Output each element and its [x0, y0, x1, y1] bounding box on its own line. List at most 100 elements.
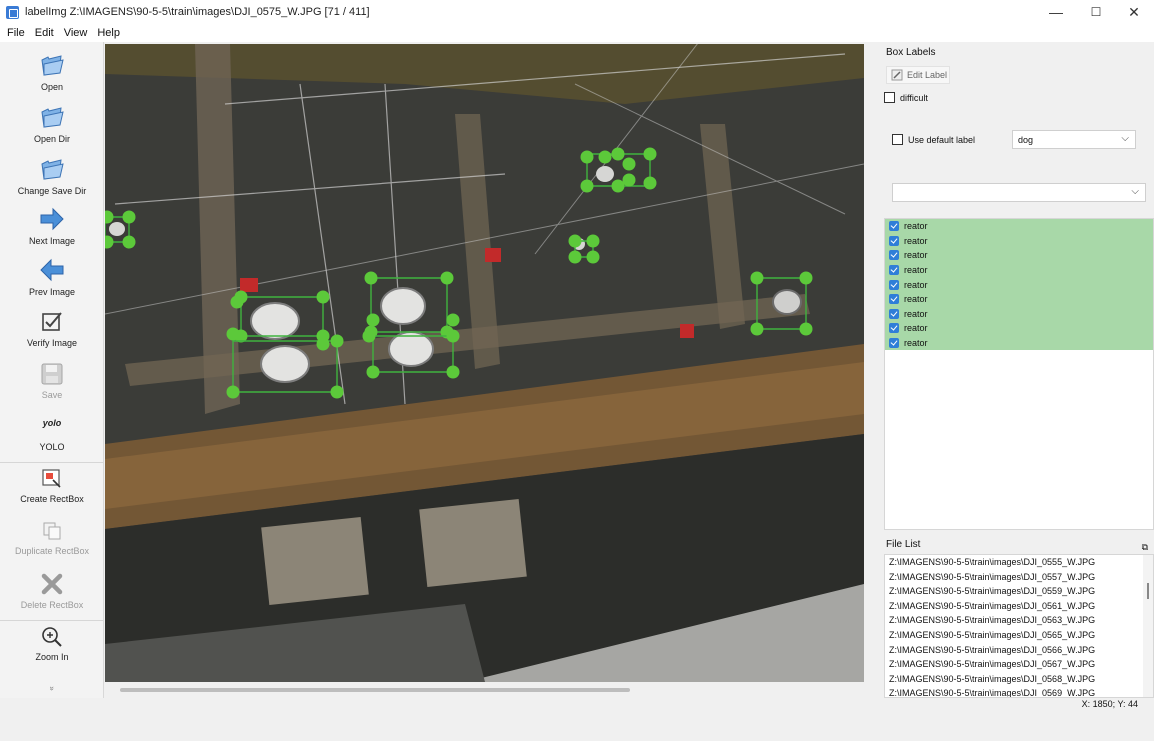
file-list-item[interactable]: Z:\IMAGENS\90-5-5\train\images\DJI_0555_… [885, 555, 1153, 570]
folder-open-icon [41, 159, 64, 180]
label-list-item[interactable]: reator [885, 335, 1153, 351]
prev-image-button[interactable]: Prev Image [0, 257, 104, 297]
file-list-item[interactable]: Z:\IMAGENS\90-5-5\train\images\DJI_0563_… [885, 613, 1153, 628]
window-title: labelImg Z:\IMAGENS\90-5-5\train\images\… [25, 6, 370, 18]
label-list-item[interactable]: reator [885, 248, 1153, 263]
file-list-panel: File List ⧉ Z:\IMAGENS\90-5-5\train\imag… [882, 536, 1154, 698]
checked-checkbox-icon[interactable] [889, 294, 899, 305]
file-list-item[interactable]: Z:\IMAGENS\90-5-5\train\images\DJI_0567_… [885, 657, 1153, 672]
checked-checkbox-icon[interactable] [889, 279, 899, 290]
create-rectbox-button[interactable]: Create RectBox [0, 468, 104, 504]
label-list-item[interactable]: reator [885, 262, 1153, 278]
label-list: reator reator reator reator reator reato… [884, 218, 1154, 530]
delete-rectbox-button[interactable]: Delete RectBox [0, 572, 104, 610]
edit-label-text: Edit Label [907, 70, 948, 80]
label-list-item[interactable]: reator [885, 306, 1153, 322]
edit-label-button[interactable]: Edit Label [886, 66, 950, 84]
open-dir-button[interactable]: Open Dir [0, 104, 104, 144]
open-dir-label: Open Dir [33, 134, 70, 144]
next-image-label: Next Image [28, 236, 76, 246]
minimize-button[interactable]: — [1036, 0, 1076, 24]
file-list-item[interactable]: Z:\IMAGENS\90-5-5\train\images\DJI_0569_… [885, 686, 1153, 697]
file-list-item[interactable]: Z:\IMAGENS\90-5-5\train\images\DJI_0565_… [885, 628, 1153, 643]
checked-checkbox-icon[interactable] [889, 323, 899, 334]
floppy-disk-icon [41, 363, 63, 385]
file-list-title: File List [886, 539, 921, 550]
next-image-button[interactable]: Next Image [0, 206, 104, 246]
menu-edit[interactable]: Edit [35, 27, 54, 39]
label-combo-box[interactable]: ⌵ [892, 183, 1146, 202]
arrow-left-icon [40, 258, 64, 282]
box-labels-title: Box Labels [882, 44, 1154, 61]
menu-bar: File Edit View Help [0, 24, 1154, 42]
file-list-item[interactable]: Z:\IMAGENS\90-5-5\train\images\DJI_0568_… [885, 672, 1153, 687]
checked-checkbox-icon[interactable] [889, 250, 899, 261]
menu-file[interactable]: File [7, 27, 25, 39]
open-button[interactable]: Open [0, 52, 104, 92]
difficult-label: difficult [900, 92, 928, 103]
difficult-checkbox-row[interactable]: difficult [884, 92, 928, 103]
create-rectbox-label: Create RectBox [20, 494, 84, 504]
canvas-vertical-scrollbar[interactable] [864, 44, 874, 682]
copy-icon [43, 522, 61, 540]
checked-checkbox-icon[interactable] [889, 235, 899, 246]
box-labels-panel: Box Labels Edit Label difficult Use defa… [882, 44, 1154, 532]
close-button[interactable]: ✕ [1114, 0, 1154, 24]
image-canvas[interactable] [105, 44, 864, 682]
checked-checkbox-icon[interactable] [889, 338, 899, 349]
label-list-item[interactable]: reator [885, 291, 1153, 307]
label-list-item[interactable]: reator [885, 277, 1153, 292]
checked-checkbox-icon[interactable] [889, 265, 899, 276]
aerial-substation-image[interactable] [105, 44, 864, 682]
menu-view[interactable]: View [64, 27, 88, 39]
delete-rectbox-label: Delete RectBox [20, 600, 84, 610]
use-default-label-text: Use default label [908, 134, 976, 145]
file-list-item[interactable]: Z:\IMAGENS\90-5-5\train\images\DJI_0559_… [885, 584, 1153, 599]
use-default-label-checkbox[interactable] [892, 134, 903, 145]
chevron-down-icon: ⌵ [1131, 186, 1139, 197]
prev-image-label: Prev Image [28, 287, 76, 297]
save-label: Save [41, 390, 63, 400]
canvas-horizontal-scrollbar[interactable] [105, 682, 864, 698]
arrow-right-icon [40, 207, 64, 231]
change-save-dir-label: Change Save Dir [17, 186, 87, 196]
yolo-label: YOLO [39, 442, 65, 452]
chevron-down-icon: ⌵ [1121, 133, 1129, 144]
file-list-item[interactable]: Z:\IMAGENS\90-5-5\train\images\DJI_0557_… [885, 570, 1153, 585]
scrollbar-thumb[interactable] [120, 688, 630, 692]
save-button[interactable]: Save [0, 362, 104, 400]
edit-pencil-icon [891, 69, 903, 81]
use-default-label-row[interactable]: Use default label [892, 134, 975, 145]
maximize-button[interactable]: ☐ [1076, 0, 1116, 24]
file-list-item[interactable]: Z:\IMAGENS\90-5-5\train\images\DJI_0561_… [885, 599, 1153, 614]
file-list-title-bar: File List ⧉ [882, 536, 1154, 553]
folder-open-icon [41, 55, 64, 76]
duplicate-rectbox-button[interactable]: Duplicate RectBox [0, 520, 104, 556]
label-list-item[interactable]: reator [885, 321, 1153, 336]
cursor-coordinates: X: 1850; Y: 44 [1081, 699, 1138, 709]
default-label-select[interactable]: dog ⌵ [1012, 130, 1136, 149]
label-list-item[interactable]: reator [885, 233, 1153, 249]
checked-checkbox-icon[interactable] [889, 308, 899, 319]
toolbar-divider [0, 620, 104, 621]
change-save-dir-button[interactable]: Change Save Dir [0, 156, 104, 196]
label-list-item[interactable]: reator [885, 219, 1153, 234]
file-list-scrollbar[interactable] [1143, 555, 1153, 697]
delete-x-icon [41, 573, 63, 595]
default-label-value: dog [1018, 134, 1034, 145]
verify-image-button[interactable]: Verify Image [0, 310, 104, 348]
menu-help[interactable]: Help [97, 27, 120, 39]
checked-checkbox-icon[interactable] [889, 221, 899, 232]
draw-rectangle-icon [42, 469, 61, 488]
title-bar: labelImg Z:\IMAGENS\90-5-5\train\images\… [0, 0, 1154, 24]
toolbar-overflow-chevron[interactable]: » [48, 637, 57, 741]
file-list-item[interactable]: Z:\IMAGENS\90-5-5\train\images\DJI_0566_… [885, 643, 1153, 658]
yolo-format-button[interactable]: YOLO [0, 442, 104, 452]
file-list: Z:\IMAGENS\90-5-5\train\images\DJI_0555_… [884, 554, 1154, 698]
yolo-format-icon: yolo [42, 418, 62, 428]
checkbox-icon [42, 312, 62, 331]
difficult-checkbox[interactable] [884, 92, 895, 103]
toolbar-divider [0, 462, 104, 463]
scrollbar-thumb[interactable] [1147, 583, 1149, 599]
open-label: Open [40, 82, 64, 92]
